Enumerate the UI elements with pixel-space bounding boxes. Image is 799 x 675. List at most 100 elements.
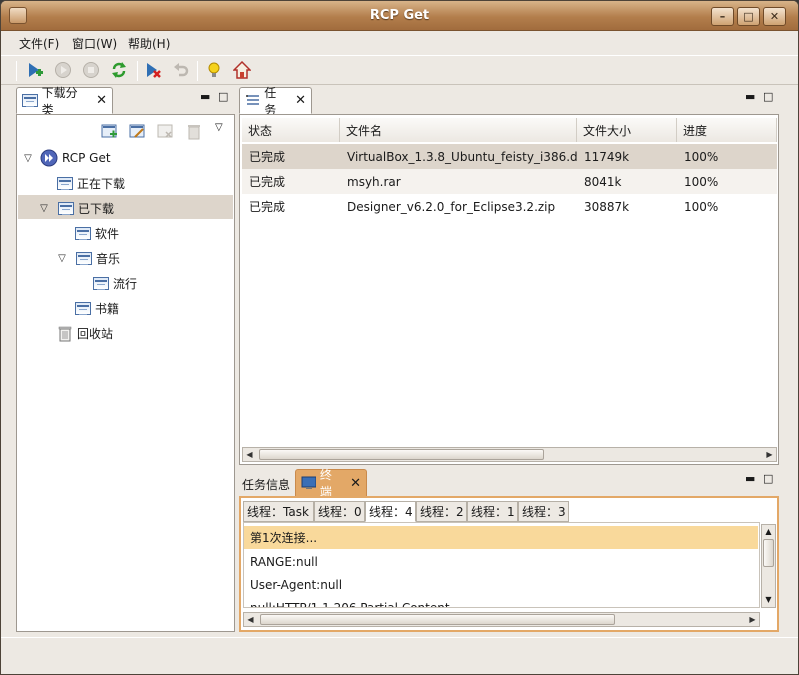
collapse-icon[interactable]: ▽ [38,203,50,214]
thread-tab[interactable]: 线程：2 [416,501,467,522]
cell-size: 30887k [584,199,630,214]
console-vertical-scrollbar[interactable]: ▲ ▼ [761,524,776,608]
terminal-icon [301,476,316,489]
console-output[interactable]: 第1次连接... RANGE:null User-Agent:null null… [243,522,760,608]
console-line: null:HTTP/1.1 206 Partial Content [250,600,450,608]
cell-size: 11749k [584,149,630,164]
table-horizontal-scrollbar[interactable]: ◀ ▶ [242,447,777,462]
tree-item-software[interactable]: 软件 [75,221,119,245]
minimize-view-icon[interactable]: ▬ [200,91,210,102]
scroll-left-icon[interactable]: ◀ [244,613,257,626]
collapse-icon[interactable]: ▽ [22,153,34,164]
terminal-panel: 线程：Task 线程：0 线程：4 线程：2 线程：1 线程：3 第1次连接..… [239,496,779,632]
trash-icon[interactable] [185,123,203,141]
folder-icon [76,251,92,265]
tab-tasks[interactable]: 任务 ✕ [239,86,312,117]
remove-category-icon[interactable] [157,123,175,141]
scrollbar-thumb[interactable] [260,614,615,625]
tree-item-rcp-get[interactable]: ▽ RCP Get [22,146,111,170]
thread-tab[interactable]: 线程：0 [314,501,365,522]
tree-label: 流行 [113,276,138,291]
maximize-view-icon[interactable]: □ [218,91,228,102]
table-row[interactable]: 已完成 VirtualBox_1.3.8_Ubuntu_feisty_i386.… [242,144,777,169]
delete-task-icon[interactable] [143,60,163,80]
window-title: RCP Get [369,8,430,23]
task-table-panel: 状态 文件名 文件大小 进度 已完成 VirtualBox_1.3.8_Ubun… [239,114,779,465]
refresh-icon[interactable] [109,60,129,80]
cell-progress: 100% [684,174,719,189]
minimize-button[interactable]: – [711,7,734,26]
edit-category-icon[interactable] [129,123,147,141]
scrollbar-thumb[interactable] [259,449,544,460]
folder-icon [58,201,74,215]
maximize-view-icon[interactable]: □ [763,91,773,102]
column-header-progress[interactable]: 进度 [677,118,777,142]
minimize-view-icon[interactable]: ▬ [745,473,755,484]
tree-item-downloaded[interactable]: ▽ 已下载 [38,196,114,220]
undo-icon[interactable] [171,60,191,80]
cell-progress: 100% [684,149,719,164]
tree-label: 回收站 [77,326,114,341]
cell-status: 已完成 [249,175,286,189]
menu-window[interactable]: 窗口(W) [72,35,117,52]
tree-label: 已下载 [78,201,115,216]
start-icon[interactable] [53,60,73,80]
title-bar[interactable]: RCP Get – □ ✕ [1,1,798,31]
maximize-view-icon[interactable]: □ [763,473,773,484]
console-line: RANGE:null [250,554,318,569]
folder-icon [93,276,109,290]
scroll-right-icon[interactable]: ▶ [746,613,759,626]
tree-item-downloading[interactable]: 正在下载 [57,171,125,195]
maximize-button[interactable]: □ [737,7,760,26]
scroll-left-icon[interactable]: ◀ [243,448,256,461]
app-window: RCP Get – □ ✕ 文件(F) 窗口(W) 帮助(H) 下载分类 ✕ ▬… [0,0,799,675]
category-tree-panel: ▽ ▽ RCP Get 正在下载 ▽ 已下载 软件 ▽ 音乐 流行 书籍 回收站 [16,114,235,632]
rcp-get-logo-icon [40,149,58,167]
stop-icon[interactable] [81,60,101,80]
tree-item-pop[interactable]: 流行 [93,271,137,295]
thread-tabs: 线程：Task 线程：0 线程：4 线程：2 线程：1 线程：3 [243,501,777,522]
thread-tab-selected[interactable]: 线程：4 [365,501,416,522]
tree-label: 正在下载 [77,176,126,191]
tip-icon[interactable] [204,60,224,80]
recycle-bin-icon [58,326,72,341]
new-task-icon[interactable] [25,60,45,80]
thread-tab[interactable]: 线程：Task [243,501,314,522]
add-category-icon[interactable] [101,123,119,141]
table-row[interactable]: 已完成 msyh.rar 8041k 100% [242,169,777,194]
close-button[interactable]: ✕ [763,7,786,26]
column-header-filename[interactable]: 文件名 [340,118,577,142]
thread-tab[interactable]: 线程：3 [518,501,569,522]
menu-help[interactable]: 帮助(H) [128,35,170,52]
left-panel-header: 下载分类 ✕ ▬ □ [16,86,235,117]
tab-download-category[interactable]: 下载分类 ✕ [16,86,113,117]
table-header: 状态 文件名 文件大小 进度 [242,118,777,143]
scroll-right-icon[interactable]: ▶ [763,448,776,461]
thread-tab[interactable]: 线程：1 [467,501,518,522]
task-list-icon [246,94,259,105]
scroll-up-icon[interactable]: ▲ [762,525,775,538]
minimize-view-icon[interactable]: ▬ [745,91,755,102]
close-tab-icon[interactable]: ✕ [350,476,361,491]
tab-terminal[interactable]: 终端 ✕ [295,468,367,499]
tree-item-music[interactable]: ▽ 音乐 [56,246,120,270]
tab-task-info[interactable]: 任务信息 [242,476,290,493]
console-horizontal-scrollbar[interactable]: ◀ ▶ [243,612,760,627]
scroll-down-icon[interactable]: ▼ [762,593,775,606]
menu-file[interactable]: 文件(F) [19,35,59,52]
cell-progress: 100% [684,199,719,214]
collapse-icon[interactable]: ▽ [56,253,68,264]
table-row[interactable]: 已完成 Designer_v6.2.0_for_Eclipse3.2.zip 3… [242,194,777,219]
cell-filename: VirtualBox_1.3.8_Ubuntu_feisty_i386.d [347,149,577,164]
cell-size: 8041k [584,174,622,189]
close-tab-icon[interactable]: ✕ [295,93,306,108]
tree-item-books[interactable]: 书籍 [75,296,119,320]
close-tab-icon[interactable]: ✕ [96,93,107,108]
column-header-status[interactable]: 状态 [242,118,340,142]
tree-item-recycle-bin[interactable]: 回收站 [57,321,113,345]
view-menu-icon[interactable]: ▽ [215,122,223,133]
home-icon[interactable] [232,60,252,80]
column-header-size[interactable]: 文件大小 [577,118,677,142]
scrollbar-thumb[interactable] [763,539,774,567]
tree-label: RCP Get [62,151,111,165]
